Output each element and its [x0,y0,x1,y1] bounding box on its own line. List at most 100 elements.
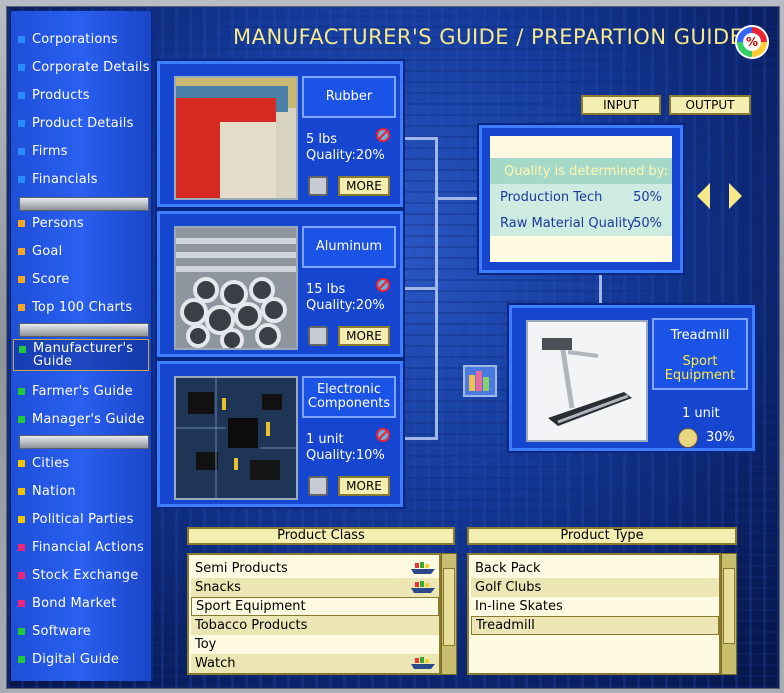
bullet-icon [18,415,25,423]
product-class-header: Product Class [187,527,455,545]
bullet-icon [18,35,25,43]
product-list-icon[interactable] [463,365,497,397]
bullet-icon [18,147,25,155]
product-category: Sport Equipment [664,354,736,383]
bullet-icon [18,247,25,255]
prev-arrow-icon[interactable] [697,183,710,209]
material-quantity: 15 lbs [306,282,346,297]
bullet-icon [18,515,25,523]
percent-icon[interactable]: % [735,25,769,59]
quality-row-value: 50% [633,189,662,205]
product-card: Treadmill Sport Equipment 1 unit 30% [507,303,757,453]
sidebar-item-firms[interactable]: Firms [13,139,149,163]
material-name[interactable]: Rubber [302,76,396,118]
more-button[interactable]: MORE [338,476,390,496]
sidebar-item-goal[interactable]: Goal [13,239,149,263]
sidebar-item-cities[interactable]: Cities [13,451,149,475]
rubber-image [174,76,298,200]
product-quantity: 1 unit [682,406,720,421]
list-item-label: Watch [195,656,236,671]
sidebar-item-top-100-charts[interactable]: Top 100 Charts [13,295,149,319]
sidebar-item-nation[interactable]: Nation [13,479,149,503]
sidebar-item-persons[interactable]: Persons [13,211,149,235]
sidebar-separator [19,197,149,211]
sidebar-item-bond-market[interactable]: Bond Market [13,591,149,615]
list-item-label: Golf Clubs [475,580,542,595]
sidebar-item-software[interactable]: Software [13,619,149,643]
bullet-icon [18,627,25,635]
list-item[interactable]: Tobacco Products [191,616,439,635]
list-item[interactable]: Back Pack [471,559,719,578]
material-name[interactable]: Aluminum [302,226,396,268]
bullet-icon [18,275,25,283]
sidebar-item-product-details[interactable]: Product Details [13,111,149,135]
bullet-icon [18,387,25,395]
bullet-icon [18,487,25,495]
list-item[interactable]: Snacks [191,578,439,597]
no-supplier-icon [376,278,390,292]
material-name[interactable]: Electronic Components [302,376,396,418]
product-type-header: Product Type [467,527,737,545]
bullet-icon [18,303,25,311]
list-item[interactable]: Semi Products [191,559,439,578]
input-button[interactable]: INPUT [581,95,661,115]
list-item-selected[interactable]: Treadmill [471,616,719,635]
connector-line [599,273,602,307]
sidebar-separator [19,323,149,337]
aluminum-image [174,226,298,350]
list-item-selected[interactable]: Sport Equipment [191,597,439,616]
sidebar-item-managers-guide[interactable]: Manager's Guide [13,407,149,431]
material-checkbox[interactable] [308,476,328,496]
more-button[interactable]: MORE [338,176,390,196]
connector-line [403,287,437,290]
product-type-scrollbar[interactable] [721,553,737,675]
scroll-thumb[interactable] [723,568,735,644]
sidebar-item-corporations[interactable]: Corporations [13,27,149,51]
bullet-icon [18,219,25,227]
sidebar-item-corporate-details[interactable]: Corporate Details [13,55,149,79]
sidebar-item-score[interactable]: Score [13,267,149,291]
next-arrow-icon[interactable] [729,183,742,209]
no-supplier-icon [376,428,390,442]
list-item[interactable]: Golf Clubs [471,578,719,597]
sidebar-item-manufacturers-guide[interactable]: Manufacturer's Guide [13,339,149,371]
material-checkbox[interactable] [308,326,328,346]
sidebar-item-political-parties[interactable]: Political Parties [13,507,149,531]
quality-row-label: Raw Material Quality [500,215,635,231]
material-checkbox[interactable] [308,176,328,196]
sidebar-item-digital-guide[interactable]: Digital Guide [13,647,149,671]
material-quality: Quality:20% [306,148,385,163]
sidebar-item-stock-exchange[interactable]: Stock Exchange [13,563,149,587]
list-item[interactable]: Watch [191,654,439,673]
product-type-list: Back Pack Golf Clubs In-line Skates Trea… [467,553,721,675]
connector-line [435,197,481,200]
list-item-label: Back Pack [475,561,541,576]
sidebar-item-farmers-guide[interactable]: Farmer's Guide [13,379,149,403]
scroll-thumb[interactable] [443,568,455,646]
material-quality: Quality:20% [306,298,385,313]
sidebar-separator [19,435,149,449]
material-card-aluminum: Aluminum 15 lbs Quality:20% MORE [155,209,405,359]
list-item[interactable]: In-line Skates [471,597,719,616]
list-item-label: In-line Skates [475,599,563,614]
bullet-icon [18,91,25,99]
product-class-scrollbar[interactable] [441,553,457,675]
quality-row-production-tech: Production Tech 50% [490,184,672,210]
page-title: MANUFACTURER'S GUIDE / PREPARTION GUIDE [233,25,744,49]
bullet-icon [18,459,25,467]
list-item[interactable]: Toy [191,635,439,654]
connector-line [403,137,437,140]
product-class-list: Semi Products Snacks Sport Equipment Tob… [187,553,441,675]
output-button[interactable]: OUTPUT [669,95,751,115]
more-button[interactable]: MORE [338,326,390,346]
bullet-icon [18,599,25,607]
quality-medal-icon [678,428,698,448]
sidebar-item-financial-actions[interactable]: Financial Actions [13,535,149,559]
quality-heading: Quality is determined by: [490,158,672,184]
product-name-box[interactable]: Treadmill Sport Equipment [652,318,748,390]
material-card-rubber: Rubber 5 lbs Quality:20% MORE [155,59,405,209]
material-quantity: 1 unit [306,432,344,447]
sidebar-item-products[interactable]: Products [13,83,149,107]
bullet-icon [18,63,25,71]
sidebar-item-financials[interactable]: Financials [13,167,149,191]
